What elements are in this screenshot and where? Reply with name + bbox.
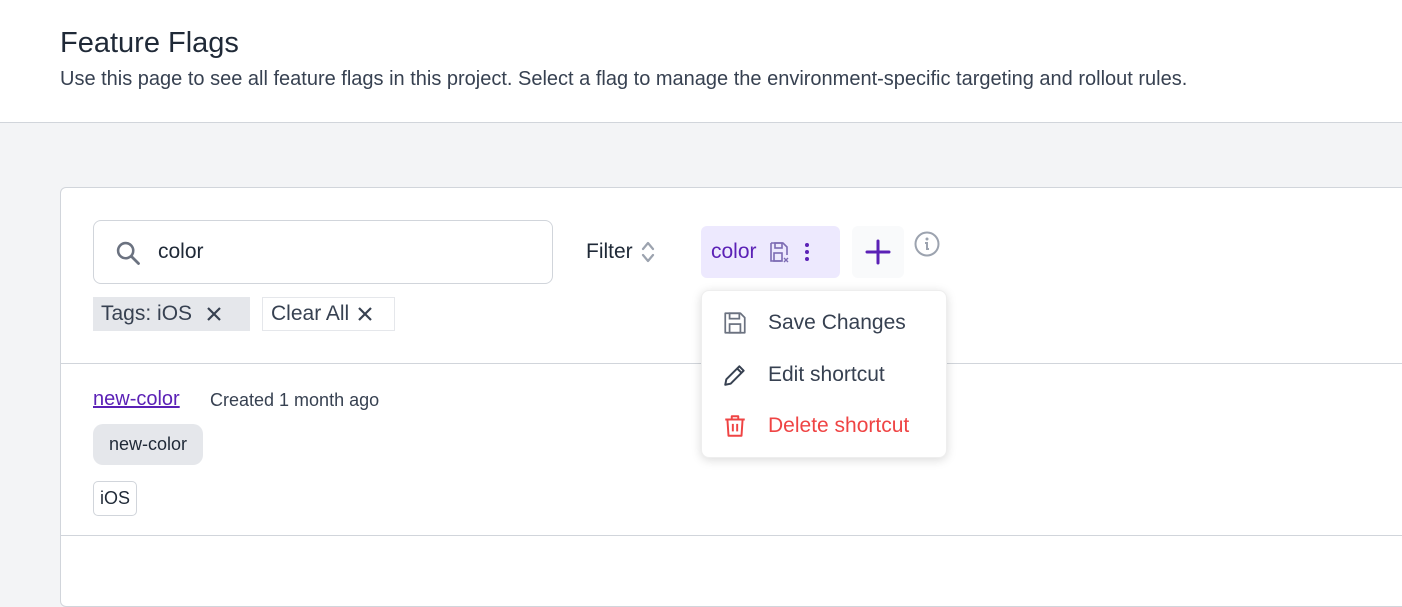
divider <box>61 535 1402 536</box>
page-header: Feature Flags Use this page to see all f… <box>0 0 1402 123</box>
filter-tag-label: Tags: iOS <box>101 302 193 325</box>
page-title: Feature Flags <box>60 27 239 59</box>
menu-item-label: Delete shortcut <box>768 414 910 437</box>
flag-created: Created 1 month ago <box>210 390 380 410</box>
filter-button[interactable]: Filter <box>586 240 655 264</box>
active-filter-tags-ios: Tags: iOS <box>93 297 250 331</box>
menu-item-label: Edit shortcut <box>768 363 885 386</box>
menu-item-save-changes[interactable]: Save Changes <box>702 298 946 348</box>
chevron-up-down-icon <box>641 241 654 263</box>
add-shortcut-button[interactable] <box>852 226 904 278</box>
menu-item-edit-shortcut[interactable]: Edit shortcut <box>702 350 946 400</box>
shortcut-menu: Save Changes Edit shortcut Delete shortc… <box>701 290 947 458</box>
search-icon <box>116 241 140 265</box>
filter-label: Filter <box>586 240 633 263</box>
saved-shortcut-chip[interactable]: color <box>701 226 840 278</box>
page-subtitle: Use this page to see all feature flags i… <box>60 68 1188 90</box>
menu-item-delete-shortcut[interactable]: Delete shortcut <box>702 401 946 451</box>
shortcut-label: color <box>711 240 757 263</box>
search-value[interactable]: color <box>158 240 204 264</box>
more-vertical-icon[interactable] <box>801 241 813 263</box>
save-icon <box>724 312 746 334</box>
flag-key-badge: new-color <box>93 424 203 465</box>
info-icon[interactable] <box>913 230 941 258</box>
menu-item-label: Save Changes <box>768 311 906 334</box>
flag-link[interactable]: new-color <box>93 388 180 411</box>
close-icon[interactable] <box>206 306 222 322</box>
trash-icon <box>725 415 745 437</box>
plus-icon <box>865 239 891 265</box>
close-icon <box>358 307 372 321</box>
clear-all-label: Clear All <box>271 302 350 325</box>
pencil-icon <box>724 365 745 386</box>
flag-tag: iOS <box>93 481 137 516</box>
unsaved-changes-icon[interactable] <box>767 240 791 264</box>
clear-all-button[interactable]: Clear All <box>262 297 395 331</box>
